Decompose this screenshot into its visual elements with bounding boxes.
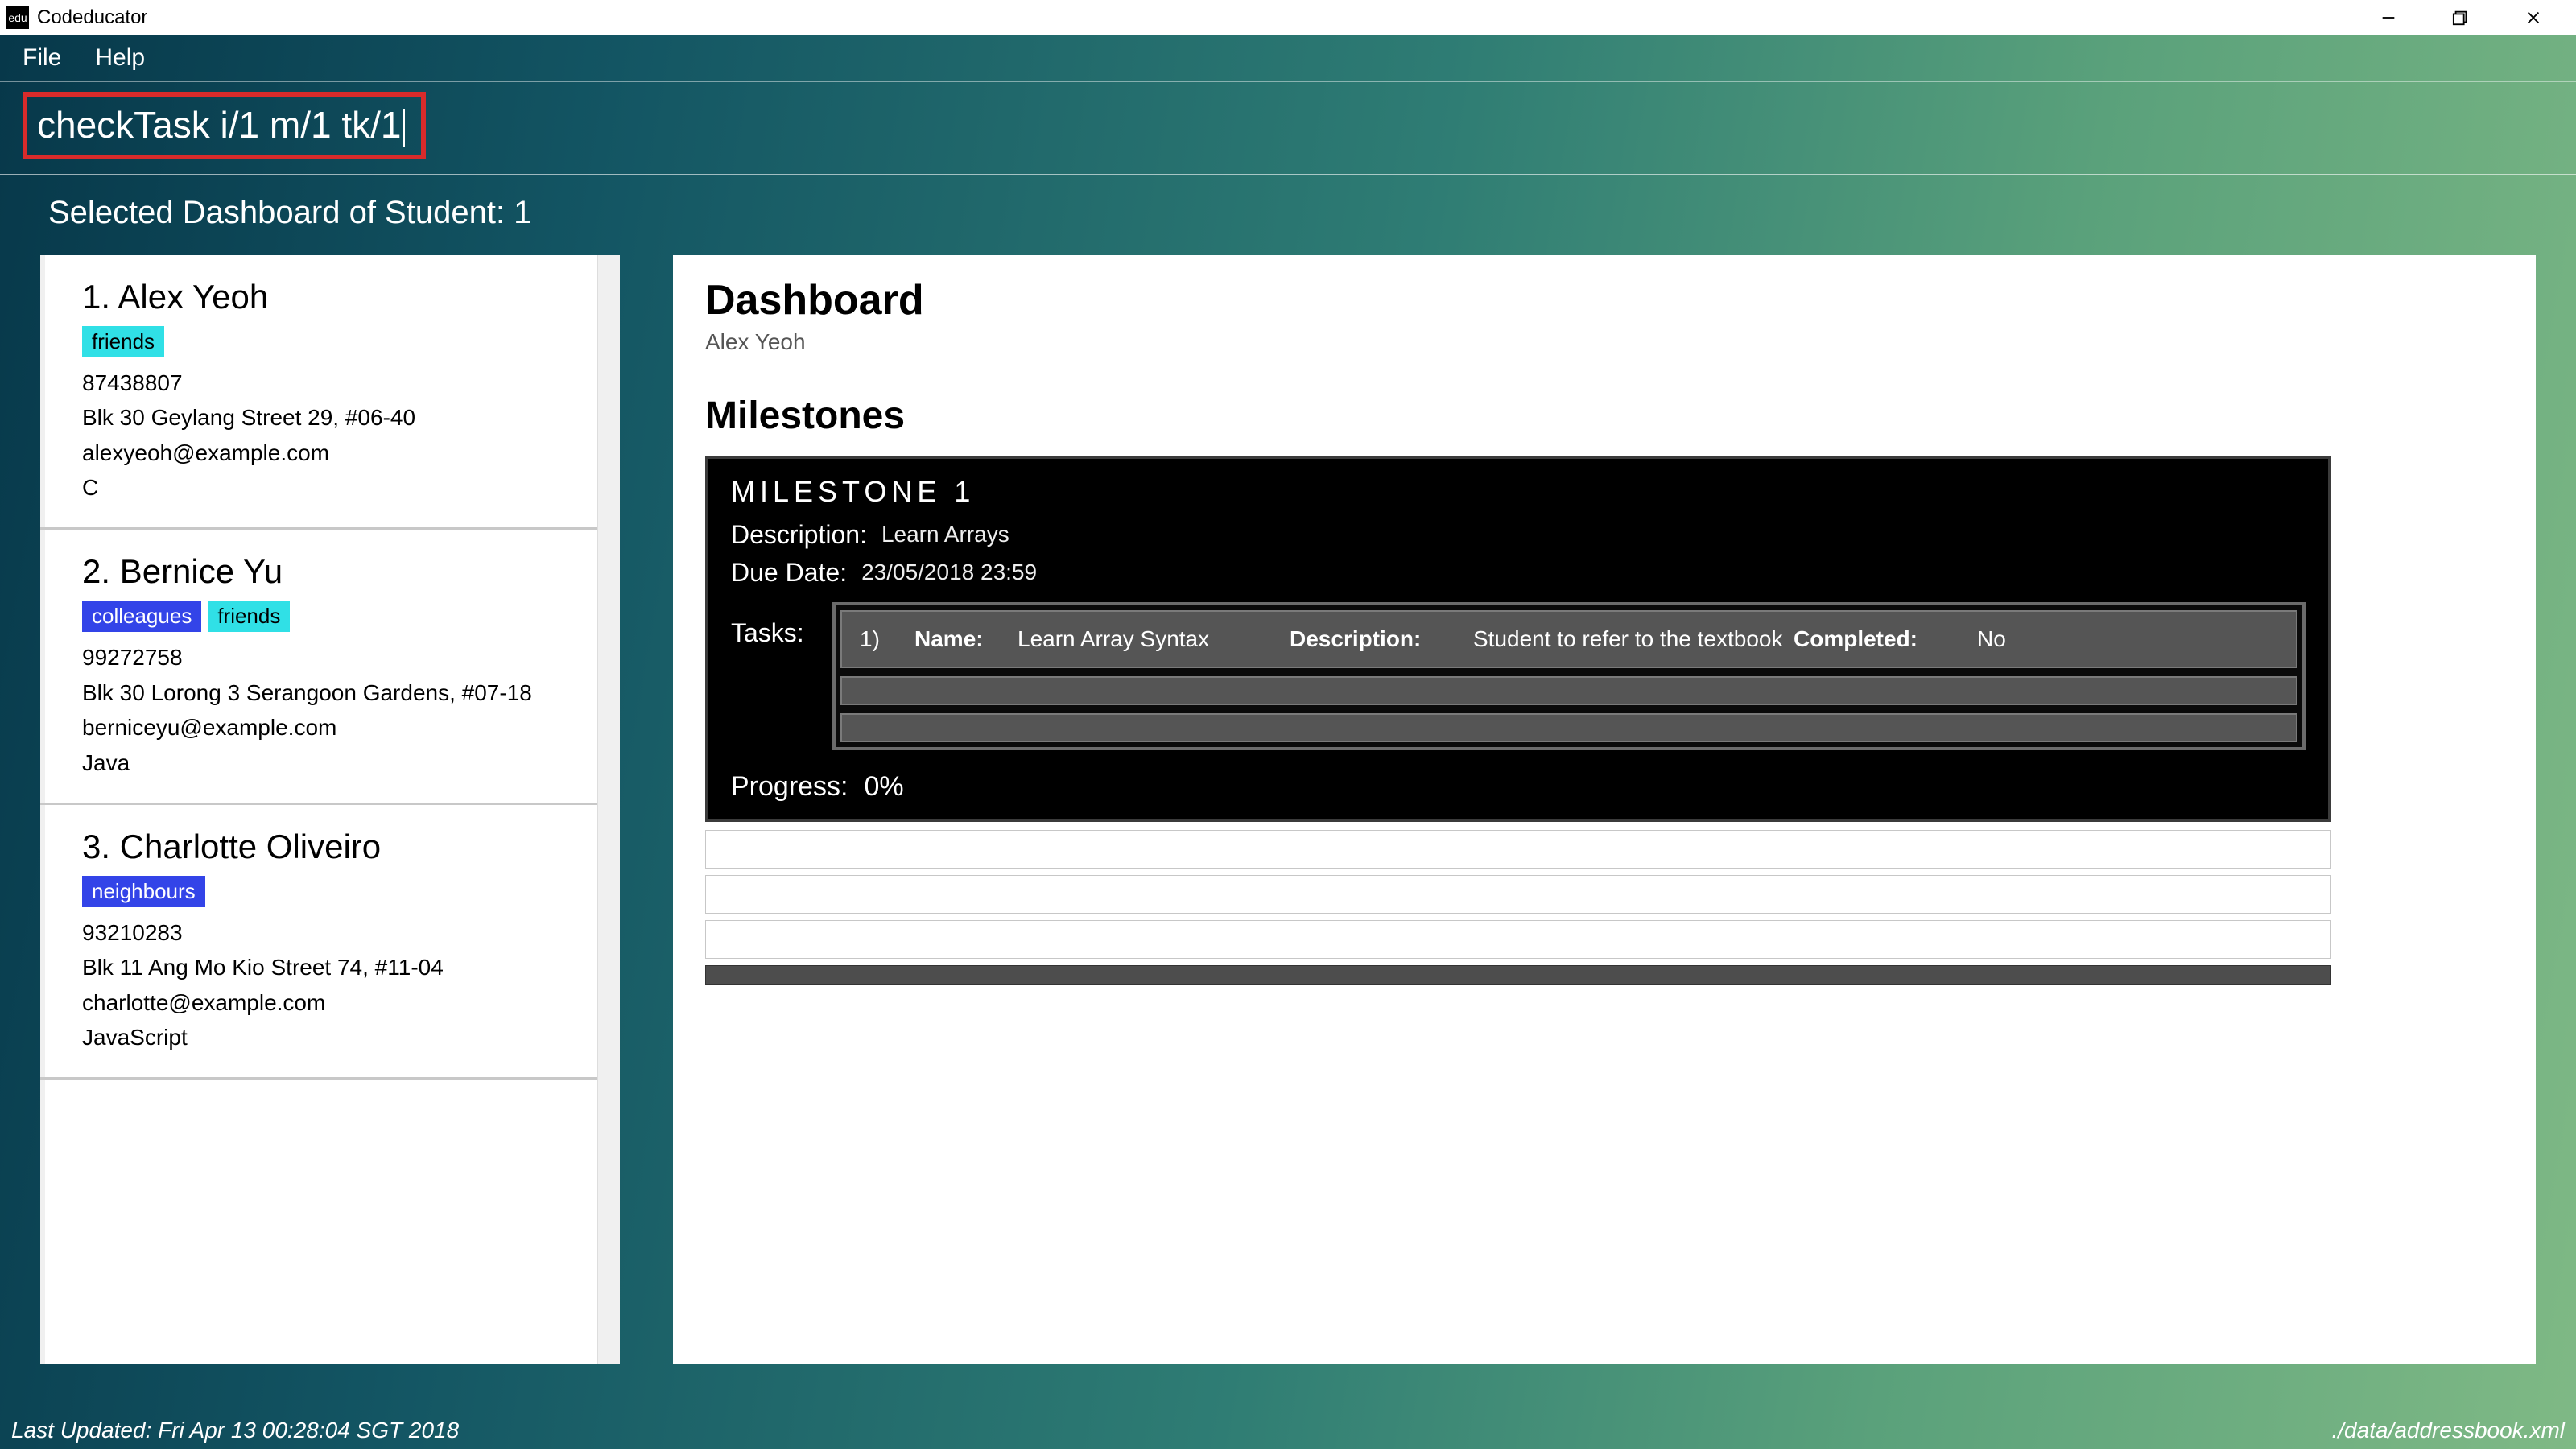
task-completed-value: No [1977, 626, 2050, 652]
tasks-label: Tasks: [731, 602, 819, 648]
student-lang: JavaScript [82, 1020, 588, 1055]
student-address: Blk 30 Lorong 3 Serangoon Gardens, #07-1… [82, 675, 588, 710]
student-phone: 93210283 [82, 915, 588, 950]
result-message: Selected Dashboard of Student: 1 [0, 175, 2576, 255]
empty-row [705, 920, 2331, 959]
student-lang: C [82, 470, 588, 505]
milestone-desc-label: Description: [731, 520, 867, 550]
status-bar: Last Updated: Fri Apr 13 00:28:04 SGT 20… [0, 1412, 2576, 1449]
milestone-horizontal-scrollbar[interactable] [705, 965, 2331, 985]
app-icon-text: edu [8, 11, 27, 24]
student-email: charlotte@example.com [82, 985, 588, 1020]
dashboard-panel: Dashboard Alex Yeoh Milestones MILESTONE… [673, 255, 2536, 1364]
student-tags: neighbours [82, 876, 588, 907]
milestone-due-label: Due Date: [731, 558, 847, 588]
menu-help[interactable]: Help [95, 44, 145, 72]
tag-friends: friends [82, 326, 164, 357]
window-title: Codeducator [37, 6, 147, 29]
empty-row [705, 830, 2331, 869]
student-phone: 99272758 [82, 640, 588, 675]
progress-value: 0% [865, 771, 904, 803]
task-name-label: Name: [914, 626, 1011, 652]
task-name-value: Learn Array Syntax [1018, 626, 1283, 652]
student-name: 3. Charlotte Oliveiro [82, 828, 588, 866]
student-name: 1. Alex Yeoh [82, 278, 588, 316]
student-address: Blk 30 Geylang Street 29, #06-40 [82, 400, 588, 435]
student-card[interactable]: 1. Alex Yeoh friends 87438807Blk 30 Geylan… [40, 255, 620, 530]
task-completed-label: Completed: [1794, 626, 1971, 652]
student-address: Blk 11 Ang Mo Kio Street 74, #11-04 [82, 950, 588, 985]
milestones-heading: Milestones [705, 394, 2504, 438]
window-titlebar: edu Codeducator [0, 0, 2576, 35]
tag-friends: friends [208, 601, 290, 632]
task-row-empty [840, 713, 2297, 742]
student-card[interactable]: 3. Charlotte Oliveiro neighbours 93210283B… [40, 805, 620, 1080]
status-last-updated: Last Updated: Fri Apr 13 00:28:04 SGT 20… [11, 1418, 459, 1443]
task-index: 1) [860, 626, 908, 652]
progress-label: Progress: [731, 771, 848, 803]
close-button[interactable] [2497, 0, 2570, 35]
empty-row [705, 875, 2331, 914]
minimize-button[interactable] [2352, 0, 2425, 35]
task-desc-value: Student to refer to the textbook [1473, 626, 1787, 652]
student-email: alexyeoh@example.com [82, 436, 588, 470]
student-list[interactable]: 1. Alex Yeoh friends 87438807Blk 30 Geylan… [40, 255, 620, 1364]
task-row[interactable]: 1) Name: Learn Array Syntax Description:… [840, 610, 2297, 668]
tag-neighbours: neighbours [82, 876, 205, 907]
milestone-desc-value: Learn Arrays [881, 522, 1009, 547]
student-tags: friends [82, 326, 588, 357]
student-email: berniceyu@example.com [82, 710, 588, 745]
text-caret [403, 109, 405, 147]
task-desc-label: Description: [1290, 626, 1467, 652]
tasks-list[interactable]: 1) Name: Learn Array Syntax Description:… [832, 602, 2306, 750]
sidebar-scrollbar[interactable] [597, 255, 620, 1364]
menu-file[interactable]: File [23, 44, 61, 72]
milestone-due-value: 23/05/2018 23:59 [861, 559, 1037, 585]
task-row-empty [840, 676, 2297, 705]
menu-bar: File Help [0, 35, 2576, 82]
milestone-header: MILESTONE 1 [731, 475, 2306, 509]
student-card[interactable]: 2. Bernice Yu colleaguesfriends 99272758Bl… [40, 530, 620, 805]
student-tags: colleaguesfriends [82, 601, 588, 632]
dashboard-title: Dashboard [705, 276, 2504, 324]
milestone-card: MILESTONE 1 Description: Learn Arrays Du… [705, 456, 2331, 822]
command-text: checkTask i/1 m/1 tk/1 [37, 104, 402, 146]
student-phone: 87438807 [82, 365, 588, 400]
dashboard-student-name: Alex Yeoh [705, 329, 2504, 355]
app-icon: edu [6, 6, 29, 29]
command-input[interactable]: checkTask i/1 m/1 tk/1 [23, 92, 426, 159]
student-name: 2. Bernice Yu [82, 552, 588, 591]
status-data-path: ./data/addressbook.xml [2332, 1418, 2566, 1443]
milestone-empty-rows [705, 830, 2331, 959]
tag-colleagues: colleagues [82, 601, 201, 632]
student-lang: Java [82, 745, 588, 780]
maximize-button[interactable] [2425, 0, 2497, 35]
